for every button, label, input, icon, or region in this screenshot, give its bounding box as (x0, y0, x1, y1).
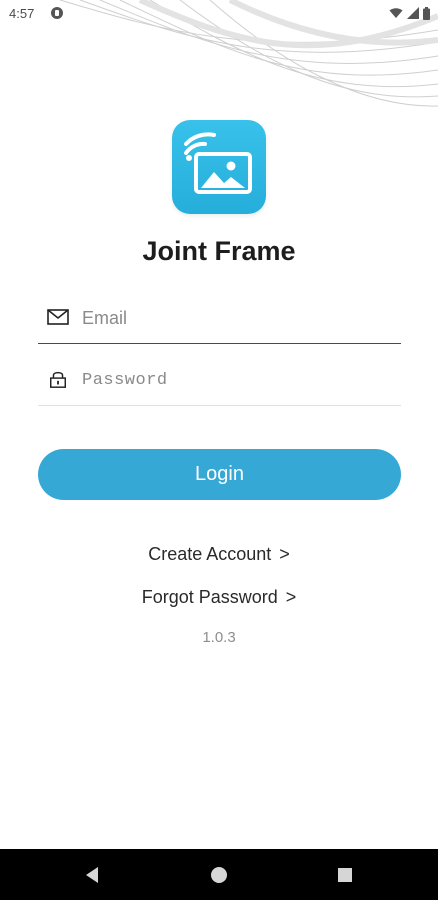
wifi-photo-frame-icon (184, 132, 252, 194)
password-field (38, 360, 401, 406)
email-field (38, 298, 401, 344)
back-icon[interactable] (80, 863, 104, 887)
chevron-right-icon: > (279, 544, 290, 564)
status-bar: 4:57 (0, 0, 438, 26)
signal-icon (407, 7, 419, 19)
battery-icon (423, 6, 430, 20)
app-notification-icon (51, 7, 63, 19)
password-input[interactable] (82, 364, 392, 396)
app-logo (172, 120, 266, 214)
app-title: Joint Frame (142, 236, 296, 266)
login-button[interactable]: Login (38, 449, 401, 500)
forgot-password-label: Forgot Password (141, 587, 278, 607)
status-icons (389, 6, 430, 20)
wifi-icon (389, 8, 403, 18)
home-icon[interactable] (207, 863, 231, 887)
version-label: 1.0.3 (202, 629, 236, 646)
chevron-right-icon: > (285, 587, 297, 607)
mail-icon (47, 309, 69, 325)
recents-icon[interactable] (333, 863, 357, 887)
create-account-link[interactable]: Create Account > (0, 544, 438, 565)
status-time: 4:57 (9, 6, 35, 21)
email-input[interactable] (82, 302, 392, 334)
forgot-password-link[interactable]: Forgot Password > (0, 587, 438, 608)
create-account-label: Create Account (148, 544, 272, 564)
lock-icon (50, 371, 66, 388)
navigation-bar (0, 849, 438, 900)
